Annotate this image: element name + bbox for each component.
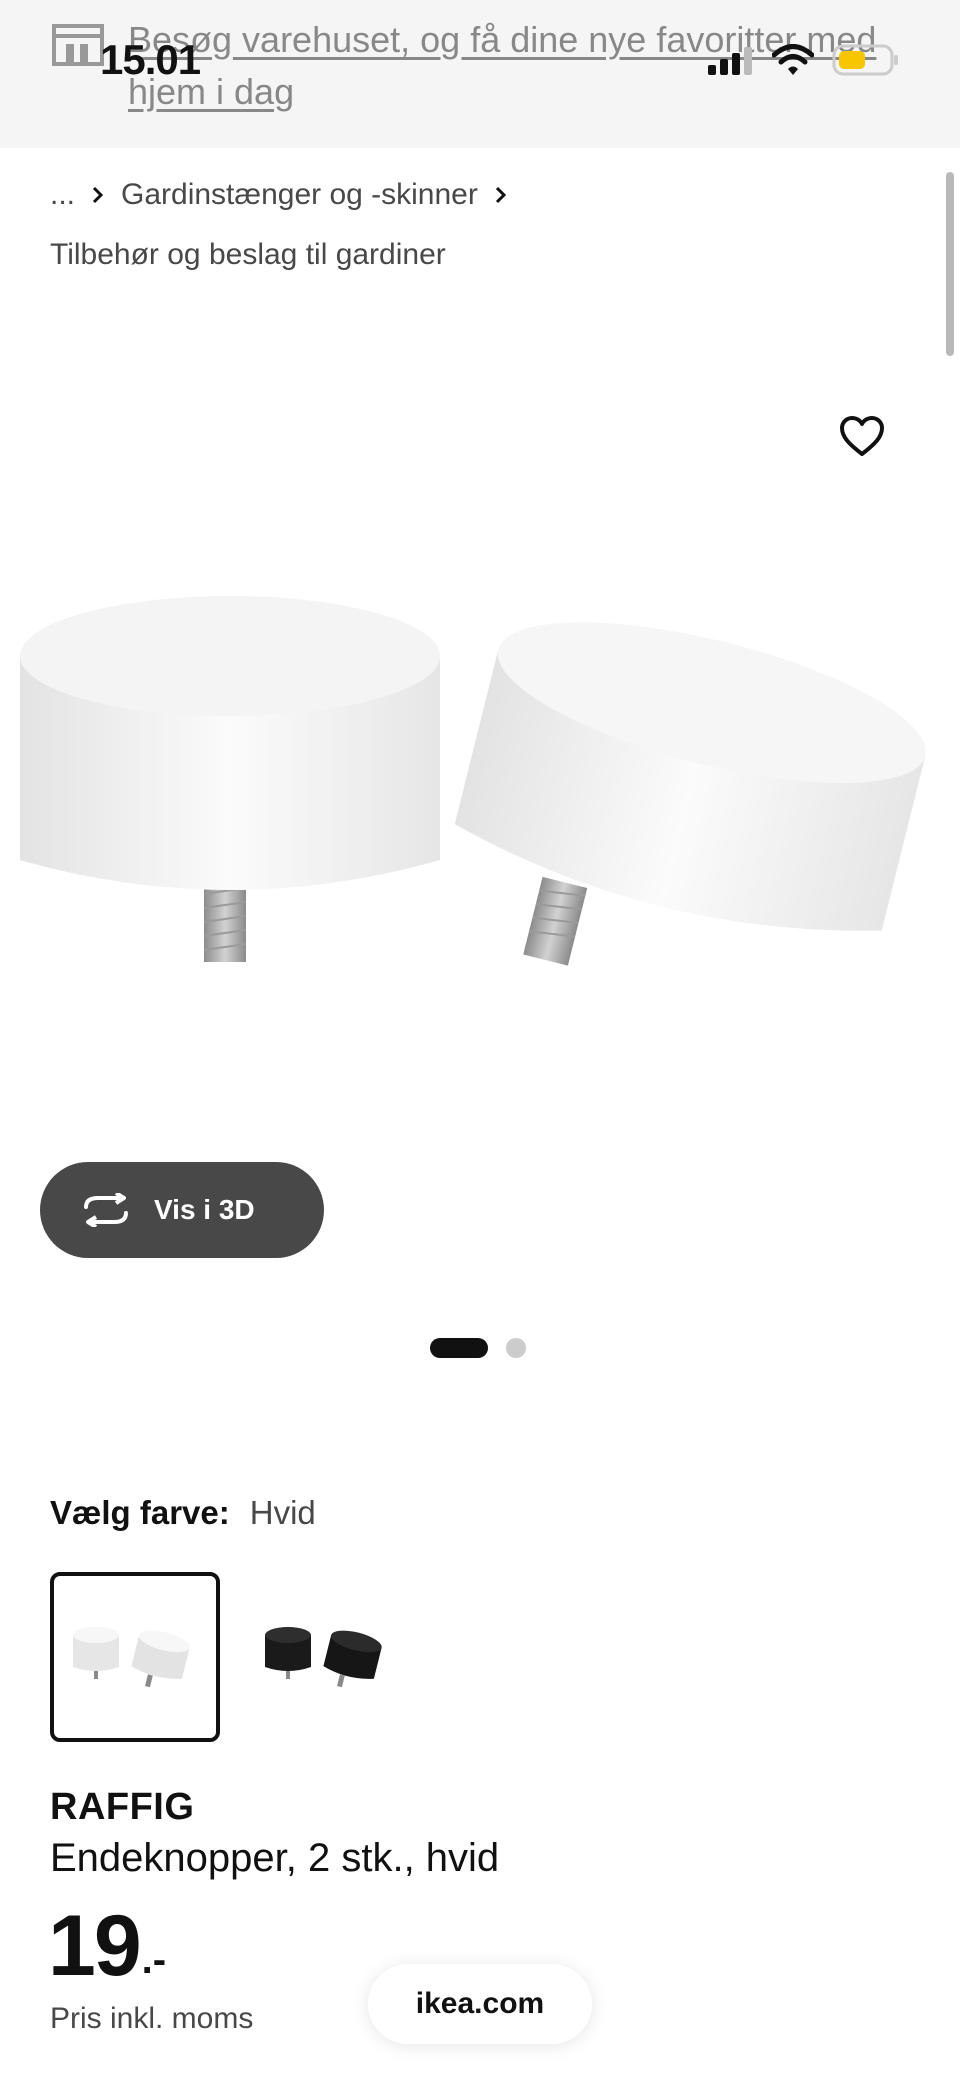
breadcrumb-ellipsis[interactable]: ... xyxy=(50,178,75,212)
carousel-dot-active[interactable] xyxy=(430,1338,488,1358)
color-label: Vælg farve: xyxy=(50,1494,230,1531)
battery-icon xyxy=(832,44,898,76)
price-decimal: .- xyxy=(141,1938,167,1982)
color-swatch-white[interactable] xyxy=(50,1572,220,1742)
color-swatch-black[interactable] xyxy=(242,1572,412,1742)
product-image[interactable] xyxy=(0,560,960,1080)
heart-icon xyxy=(840,416,884,456)
carousel-dot[interactable] xyxy=(506,1338,526,1358)
product-price: 19 .- xyxy=(48,1898,166,1994)
breadcrumb-item-curtain-rods[interactable]: Gardinstænger og -skinner xyxy=(121,178,478,212)
chevron-right-icon xyxy=(494,185,508,205)
status-time: 15.01 xyxy=(100,36,201,83)
product-page: Besøg varehuset, og få dine nye favoritt… xyxy=(0,0,960,2078)
swatch-image-white xyxy=(73,1627,190,1688)
cap-left-top xyxy=(20,596,440,716)
store-banner[interactable]: Besøg varehuset, og få dine nye favoritt… xyxy=(0,0,960,148)
color-selector: Vælg farve: Hvid xyxy=(50,1494,316,1532)
wifi-icon xyxy=(772,44,814,75)
product-description: Endeknopper, 2 stk., hvid xyxy=(50,1836,500,1880)
view-3d-label: Vis i 3D xyxy=(154,1194,255,1225)
carousel-indicator xyxy=(430,1338,526,1358)
rotate-3d-icon xyxy=(84,1193,128,1227)
browser-url-bar[interactable]: ikea.com xyxy=(368,1964,592,2044)
favourite-button[interactable] xyxy=(834,408,890,464)
chevron-right-icon xyxy=(91,185,105,205)
swatch-image-black xyxy=(265,1627,382,1688)
price-note: Pris inkl. moms xyxy=(50,2002,254,2035)
status-icons xyxy=(708,44,900,76)
cellular-signal-icon xyxy=(708,47,752,75)
price-integer: 19 xyxy=(48,1898,142,1994)
store-icon xyxy=(52,24,104,66)
breadcrumb-item-accessories[interactable]: Tilbehør og beslag til gardiner xyxy=(50,238,446,272)
scrollbar[interactable] xyxy=(946,172,954,356)
color-selected-value: Hvid xyxy=(249,1494,316,1531)
product-name: RAFFIG xyxy=(50,1786,195,1828)
breadcrumb: ... Gardinstænger og -skinner xyxy=(50,178,524,212)
view-3d-button[interactable]: Vis i 3D xyxy=(40,1162,324,1258)
